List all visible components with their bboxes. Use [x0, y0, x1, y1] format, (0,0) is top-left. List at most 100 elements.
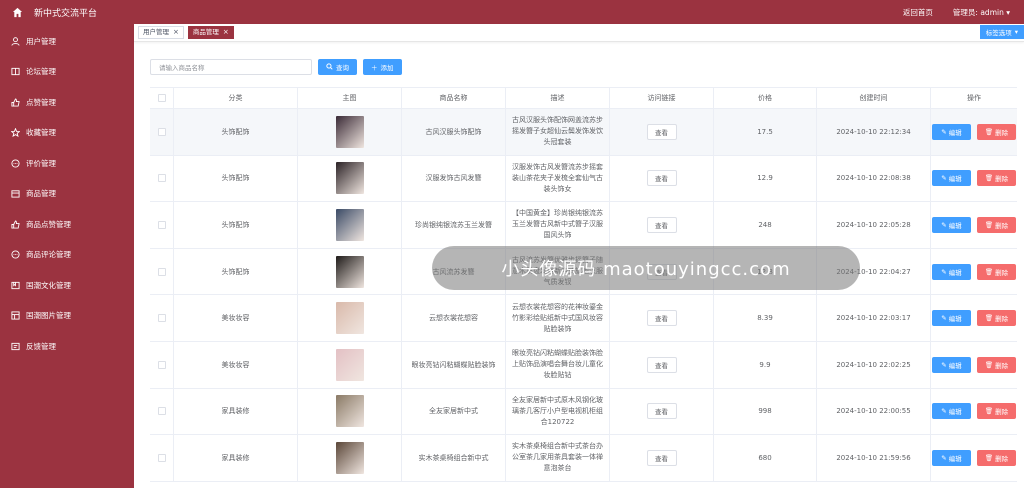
edit-icon: ✎ [941, 407, 947, 416]
edit-button[interactable]: ✎ 编辑 [932, 123, 971, 140]
delete-button[interactable]: 🗑 删除 [977, 356, 1016, 373]
trash-icon: 🗑 [984, 407, 994, 416]
tab-options-button[interactable]: 标签选项 ▾ [979, 25, 1024, 39]
cell-desc: 汉服发饰古风发簪流苏步摇套装山茶花夹子发梳全套仙气古装头饰女 [512, 162, 603, 193]
delete-button[interactable]: 🗑 删除 [977, 123, 1016, 140]
add-button[interactable]: ＋添加 [363, 59, 402, 75]
cell-desc: 眼妆亮钻闪粘蝴蝶贴脸装饰脸上贴饰品演唱会舞台妆儿童化妆脸贴钻 [512, 349, 603, 380]
trash-icon: 🗑 [984, 453, 994, 462]
cell-desc: 古风汉服头饰配饰网盖流苏步摇发簪子女超仙云鬓发饰发饮头冠套装 [512, 116, 603, 147]
trash-icon: 🗑 [984, 174, 994, 183]
cell-category: 家具装修 [174, 388, 298, 435]
view-button[interactable]: 查看 [646, 403, 677, 420]
product-thumbnail[interactable] [335, 441, 364, 474]
product-thumbnail[interactable] [335, 302, 364, 335]
delete-button[interactable]: 🗑 删除 [977, 216, 1016, 233]
edit-button[interactable]: ✎ 编辑 [932, 449, 971, 466]
edit-button[interactable]: ✎ 编辑 [932, 403, 971, 420]
cell-price: 248 [714, 202, 817, 248]
home-link[interactable]: 返回首页 [903, 7, 933, 18]
header-price: 价格 [714, 88, 817, 108]
main-content: 用户管理 × 商品管理 × 标签选项 ▾ 请输入商品名称 查询 ＋添加 分类 主图 商… [134, 24, 1024, 488]
query-button[interactable]: 查询 [318, 59, 357, 75]
admin-menu[interactable]: 管理员: admin ▾ [953, 7, 1010, 18]
edit-button[interactable]: ✎ 编辑 [932, 310, 971, 327]
cell-price: 680 [714, 435, 817, 481]
cell-category: 头饰配饰 [174, 202, 298, 248]
view-button[interactable]: 查看 [646, 449, 677, 466]
cell-price: 12.9 [714, 155, 817, 202]
row-checkbox[interactable] [157, 453, 166, 462]
home-icon[interactable] [10, 5, 24, 19]
sidebar-item-likes[interactable]: 点赞管理 [0, 87, 134, 118]
edit-button[interactable]: ✎ 编辑 [932, 263, 971, 280]
row-checkbox[interactable] [157, 360, 166, 369]
delete-button[interactable]: 🗑 删除 [977, 263, 1016, 280]
header-image: 主图 [298, 88, 402, 108]
close-icon[interactable]: × [173, 27, 179, 38]
top-bar: 新中式交流平台 返回首页 管理员: admin ▾ [0, 0, 1024, 24]
trash-icon: 🗑 [984, 267, 994, 276]
sidebar-item-feedback[interactable]: 反馈管理 [0, 331, 134, 362]
product-thumbnail[interactable] [335, 395, 364, 428]
cell-category: 美妆妆容 [174, 341, 298, 388]
edit-icon: ✎ [941, 220, 947, 229]
edit-button[interactable]: ✎ 编辑 [932, 356, 971, 373]
view-button[interactable]: 查看 [646, 216, 677, 233]
search-input[interactable]: 请输入商品名称 [150, 59, 312, 75]
header-actions: 操作 [967, 94, 981, 102]
product-thumbnail[interactable] [335, 208, 364, 241]
delete-button[interactable]: 🗑 删除 [977, 170, 1016, 187]
tab-products[interactable]: 商品管理 × [187, 26, 234, 39]
sidebar-item-product-likes[interactable]: 商品点赞管理 [0, 209, 134, 240]
thumbs-up-icon [10, 219, 20, 229]
app-title: 新中式交流平台 [34, 8, 98, 19]
edit-icon: ✎ [941, 453, 947, 462]
cell-category: 头饰配饰 [174, 109, 298, 155]
view-button[interactable]: 查看 [646, 170, 677, 187]
row-checkbox[interactable] [157, 220, 166, 229]
tab-bar: 用户管理 × 商品管理 × 标签选项 ▾ [134, 24, 1024, 42]
cell-created: 2024-10-10 22:12:34 [817, 109, 931, 155]
cell-desc: 【中国黄金】珍尚银纯银流苏玉兰发簪古风新中式簪子汉服国风头饰 [512, 209, 603, 240]
sidebar-item-users[interactable]: 用户管理 [0, 26, 134, 57]
delete-button[interactable]: 🗑 删除 [977, 403, 1016, 420]
sidebar-item-culture[interactable]: 国潮文化管理 [0, 270, 134, 301]
edit-button[interactable]: ✎ 编辑 [932, 170, 971, 187]
cell-created: 2024-10-10 22:00:55 [817, 388, 931, 435]
sidebar-item-products[interactable]: 商品管理 [0, 179, 134, 210]
delete-button[interactable]: 🗑 删除 [977, 449, 1016, 466]
product-thumbnail[interactable] [335, 115, 364, 148]
sidebar-item-reviews[interactable]: 评价管理 [0, 148, 134, 179]
select-all-checkbox[interactable] [157, 94, 166, 102]
row-checkbox[interactable] [157, 314, 166, 323]
close-icon[interactable]: × [223, 27, 229, 38]
sidebar: 用户管理 论坛管理 点赞管理 收藏管理 评价管理 商品管理 商品点赞管理 商品评… [0, 24, 134, 488]
sidebar-item-forum[interactable]: 论坛管理 [0, 57, 134, 88]
box-icon [10, 189, 20, 199]
header-name: 商品名称 [402, 88, 506, 108]
header-desc: 描述 [506, 88, 610, 108]
row-checkbox[interactable] [157, 174, 166, 183]
row-checkbox[interactable] [157, 407, 166, 416]
watermark-overlay: 小头像源码 maotouyingcc.com [432, 246, 860, 290]
product-thumbnail[interactable] [335, 162, 364, 195]
cell-price: 998 [714, 388, 817, 435]
product-thumbnail[interactable] [335, 348, 364, 381]
delete-button[interactable]: 🗑 删除 [977, 310, 1016, 327]
sidebar-item-favorites[interactable]: 收藏管理 [0, 118, 134, 149]
view-button[interactable]: 查看 [646, 356, 677, 373]
plus-icon: ＋ [371, 64, 378, 72]
row-checkbox[interactable] [157, 127, 166, 136]
sidebar-item-images[interactable]: 国潮图片管理 [0, 301, 134, 332]
row-checkbox[interactable] [157, 267, 166, 276]
trash-icon: 🗑 [984, 127, 994, 136]
chat-icon [10, 250, 20, 260]
sidebar-item-product-comments[interactable]: 商品评论管理 [0, 240, 134, 271]
cell-category: 家具装修 [174, 435, 298, 481]
view-button[interactable]: 查看 [646, 310, 677, 327]
view-button[interactable]: 查看 [646, 123, 677, 140]
product-thumbnail[interactable] [335, 255, 364, 288]
tab-users[interactable]: 用户管理 × [138, 26, 184, 39]
edit-button[interactable]: ✎ 编辑 [932, 216, 971, 233]
